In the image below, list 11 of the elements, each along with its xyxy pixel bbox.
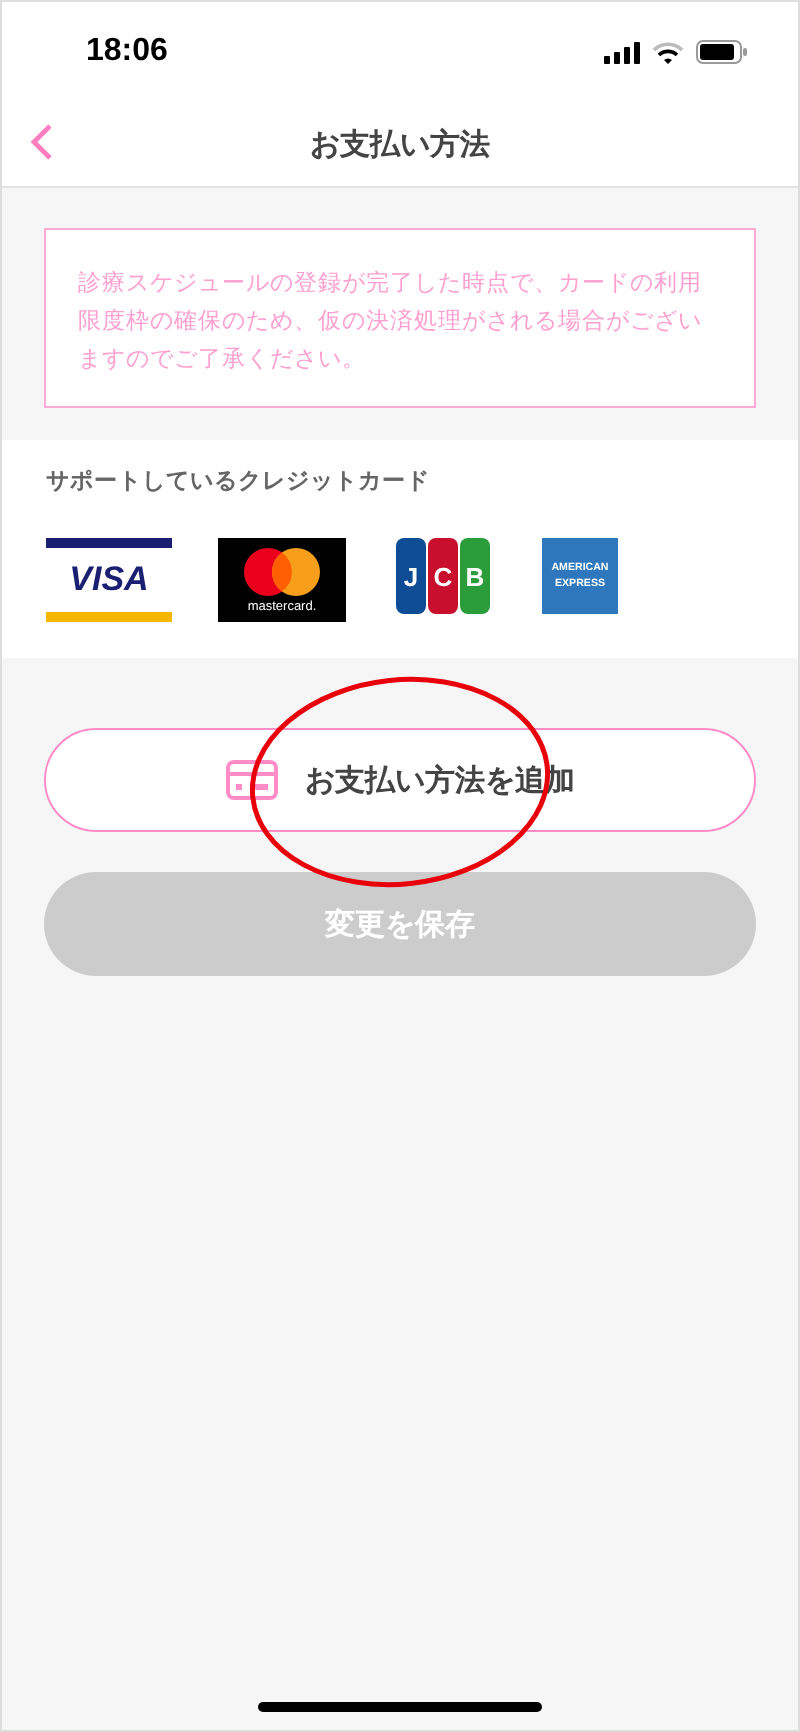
- notice-text: 診療スケジュールの登録が完了した時点で、カードの利用限度枠の確保のため、仮の決済処理がされる場合がございますのでご了承ください。: [44, 228, 756, 408]
- signal-icon: [604, 41, 640, 63]
- status-time: 18:06: [86, 34, 168, 70]
- back-button[interactable]: [30, 122, 54, 162]
- jcb-logo: J C B: [396, 538, 490, 614]
- page-title: お支払い方法: [310, 125, 490, 163]
- credit-card-icon: [225, 760, 277, 800]
- battery-icon: [696, 40, 748, 64]
- visa-logo: VISA: [46, 538, 172, 622]
- section-heading: サポートしているクレジットカード: [46, 466, 432, 496]
- wifi-icon: [652, 41, 684, 63]
